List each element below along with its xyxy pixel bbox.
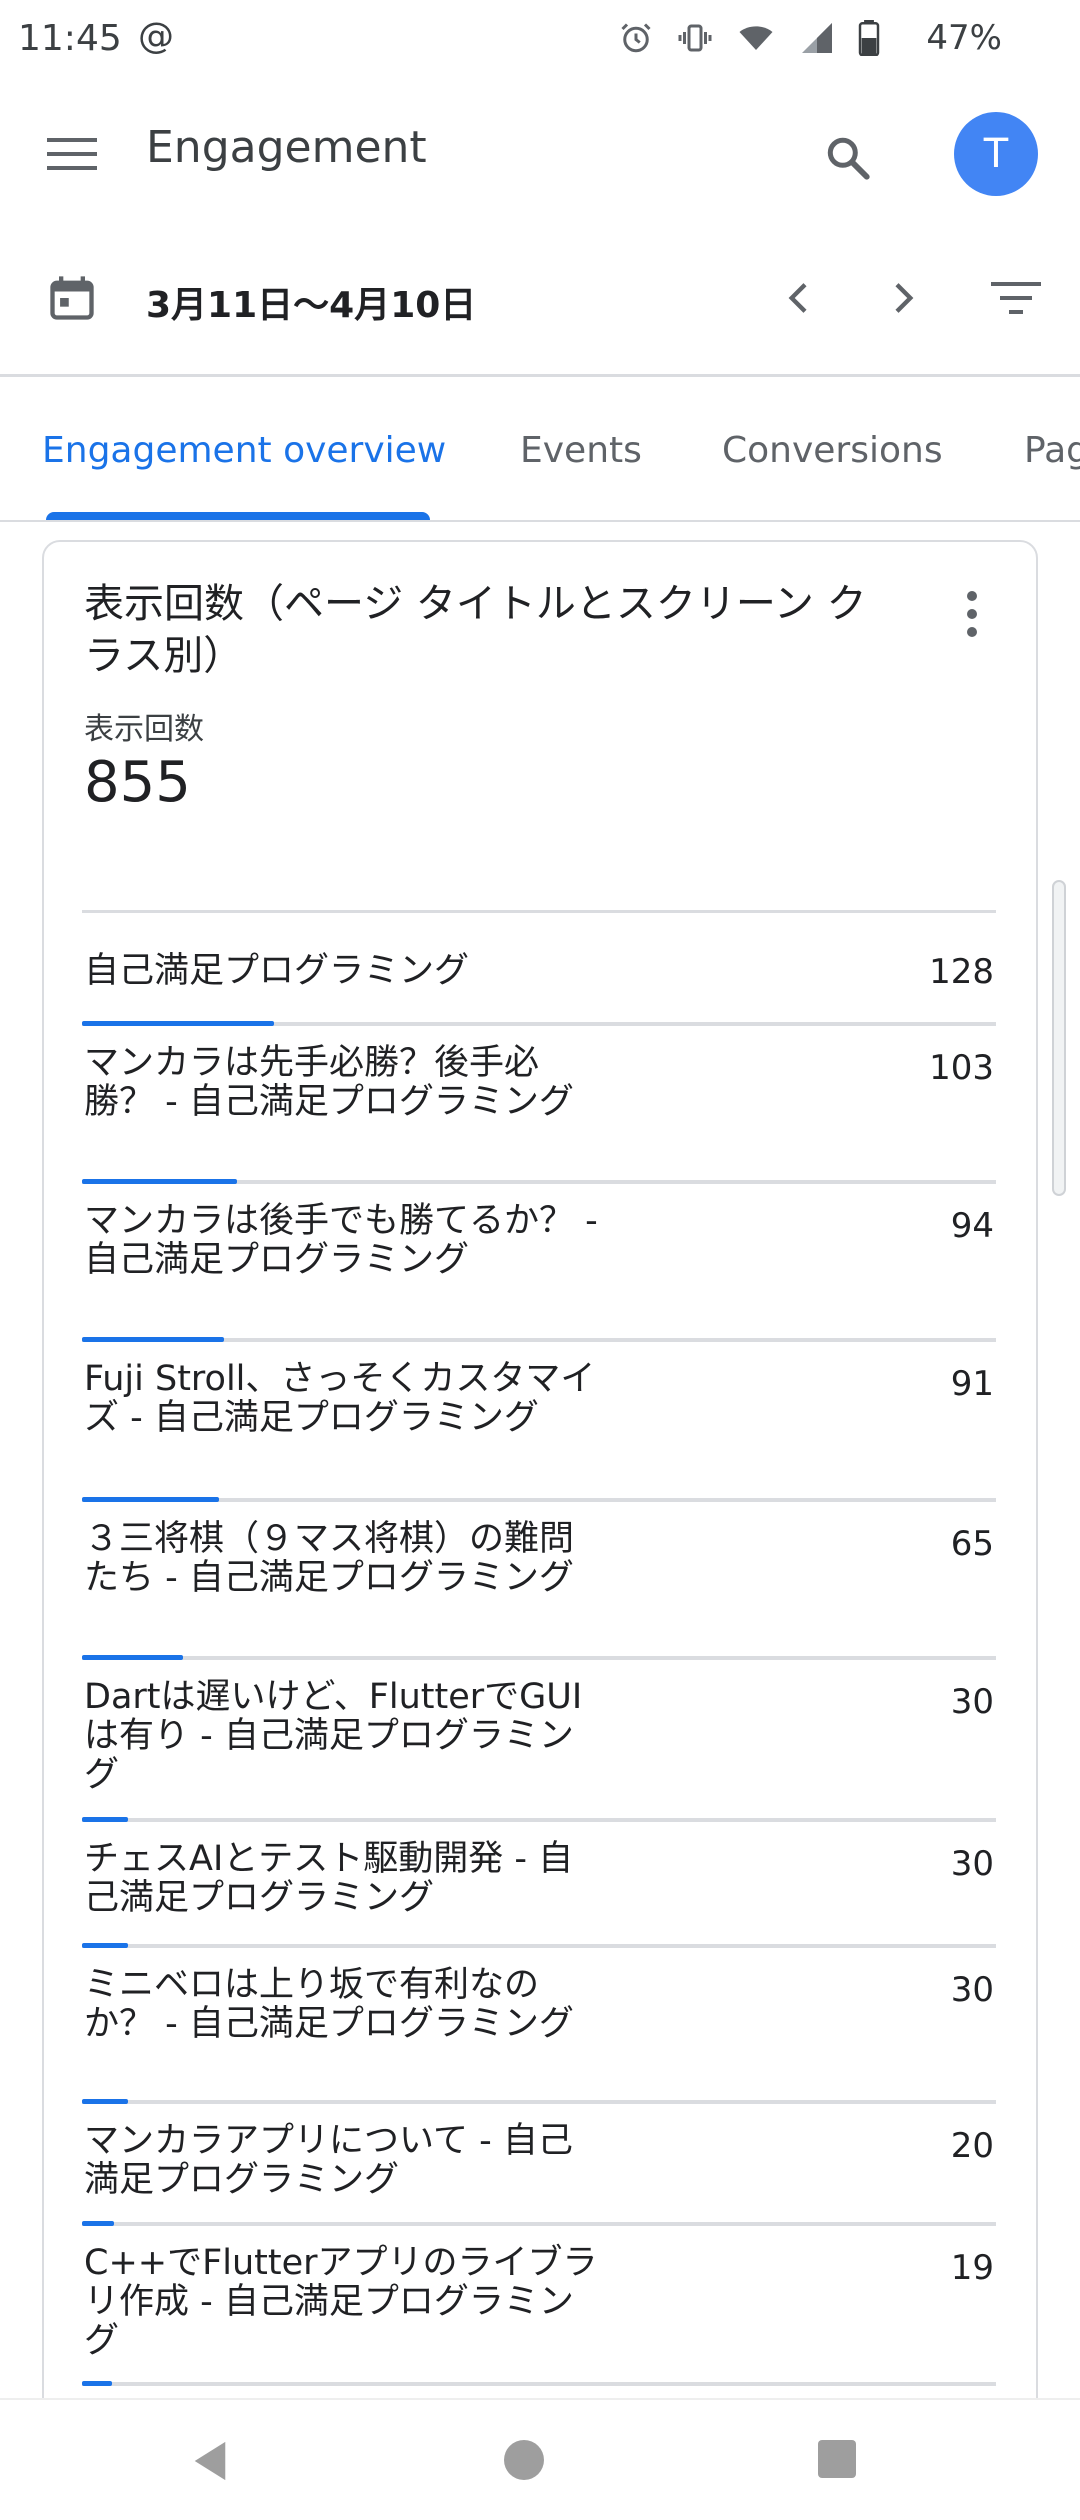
avatar-letter: T bbox=[983, 131, 1009, 177]
page-title-label: Dartは遅いけど、FlutterでGUIは有り - 自己満足プログラミング bbox=[84, 1677, 583, 1795]
list-item[interactable]: ミニベロは上り坂で有利なのか？ - 自己満足プログラミング 30 bbox=[82, 1948, 996, 2104]
views-count: 128 bbox=[929, 952, 994, 992]
tab-bar: Engagement overview Events Conversions P… bbox=[0, 400, 1080, 524]
search-button[interactable] bbox=[812, 122, 884, 194]
share-bar-fill bbox=[82, 2381, 112, 2386]
page-title-label: ３三将棋（９マス将棋）の難問たち - 自己満足プログラミング bbox=[84, 1519, 575, 1598]
signal-icon bbox=[802, 23, 832, 53]
alarm-icon bbox=[621, 23, 651, 53]
recents-icon[interactable] bbox=[818, 2440, 856, 2478]
calendar-icon[interactable] bbox=[46, 272, 98, 324]
list-item[interactable]: チェスAIとテスト駆動開発 - 自己満足プログラミング 30 bbox=[82, 1822, 996, 1948]
next-period-button[interactable] bbox=[872, 268, 932, 328]
list-item[interactable]: 自己満足プログラミング 128 bbox=[82, 916, 996, 1026]
page-title-label: チェスAIとテスト駆動開発 - 自己満足プログラミング bbox=[84, 1839, 574, 1918]
list-item[interactable]: ３三将棋（９マス将棋）の難問たち - 自己満足プログラミング 65 bbox=[82, 1502, 996, 1660]
status-at-symbol: @ bbox=[138, 16, 174, 57]
menu-button[interactable] bbox=[40, 122, 104, 186]
app-bar: Engagement T bbox=[0, 92, 1080, 212]
active-tab-indicator bbox=[46, 512, 430, 520]
home-icon[interactable] bbox=[504, 2440, 544, 2480]
page-title-label: マンカラアプリについて - 自己満足プログラミング bbox=[84, 2121, 573, 2200]
date-range[interactable]: 3月11日〜4月10日 bbox=[146, 276, 476, 328]
divider bbox=[0, 520, 1080, 522]
search-icon bbox=[827, 137, 870, 180]
list-item[interactable]: マンカラアプリについて - 自己満足プログラミング 20 bbox=[82, 2104, 996, 2226]
filter-button[interactable] bbox=[984, 268, 1048, 328]
avatar[interactable]: T bbox=[954, 112, 1038, 196]
list-item[interactable]: Dartは遅いけど、FlutterでGUIは有り - 自己満足プログラミング 30 bbox=[82, 1660, 996, 1822]
page-title-label: Fuji Stroll、さっそくカスタマイズ - 自己満足プログラミング bbox=[84, 1359, 596, 1438]
list-item[interactable]: マンカラは後手でも勝てるか？ - 自己満足プログラミング 94 bbox=[82, 1184, 996, 1342]
battery-percent: 47% bbox=[926, 18, 1002, 58]
views-count: 30 bbox=[950, 1682, 994, 1722]
page-title-label: ミニベロは上り坂で有利なのか？ - 自己満足プログラミング bbox=[84, 1965, 574, 2044]
share-bar-track bbox=[82, 2382, 996, 2386]
chevron-left-icon bbox=[788, 283, 807, 313]
status-time: 11:45 bbox=[18, 18, 122, 59]
metric-label: 表示回数 bbox=[84, 712, 204, 747]
more-options-button[interactable] bbox=[952, 582, 992, 646]
tab-pages[interactable]: Pag bbox=[1024, 430, 1080, 471]
previous-period-button[interactable] bbox=[770, 268, 830, 328]
status-icons bbox=[618, 20, 880, 56]
views-count: 94 bbox=[950, 1206, 994, 1246]
views-by-page-title-card: 表示回数（ページ タイトルとスクリーン クラス別） 表示回数 855 自己満足プ… bbox=[42, 540, 1038, 2500]
filter-icon bbox=[991, 282, 1041, 314]
views-count: 65 bbox=[950, 1524, 994, 1564]
page-title: Engagement bbox=[146, 122, 427, 173]
date-range-bar: 3月11日〜4月10日 bbox=[0, 250, 1080, 350]
tab-conversions[interactable]: Conversions bbox=[722, 430, 943, 471]
tab-events[interactable]: Events bbox=[520, 430, 642, 471]
scrollbar[interactable] bbox=[1052, 880, 1066, 1196]
status-bar: 11:45 @ 47% bbox=[0, 0, 1080, 80]
views-count: 20 bbox=[950, 2126, 994, 2166]
tab-engagement-overview[interactable]: Engagement overview bbox=[42, 430, 446, 471]
vibrate-icon bbox=[678, 24, 712, 52]
list-item[interactable]: C++でFlutterアプリのライブラリ作成 - 自己満足プログラミング 19 bbox=[82, 2226, 996, 2386]
more-vert-icon bbox=[967, 591, 977, 601]
card-title: 表示回数（ページ タイトルとスクリーン クラス別） bbox=[84, 581, 867, 679]
chevron-right-icon bbox=[895, 283, 914, 313]
views-count: 91 bbox=[950, 1364, 994, 1404]
wifi-icon bbox=[739, 26, 773, 50]
views-count: 103 bbox=[929, 1048, 994, 1088]
list-item[interactable]: Fuji Stroll、さっそくカスタマイズ - 自己満足プログラミング 91 bbox=[82, 1342, 996, 1502]
battery-icon bbox=[858, 20, 880, 56]
views-count: 30 bbox=[950, 1970, 994, 2010]
views-count: 19 bbox=[950, 2248, 994, 2288]
page-title-label: 自己満足プログラミング bbox=[84, 951, 470, 991]
system-nav-bar bbox=[0, 2398, 1080, 2520]
menu-icon bbox=[47, 138, 97, 170]
page-title-label: マンカラは先手必勝？後手必勝？ - 自己満足プログラミング bbox=[84, 1043, 574, 1122]
list-item[interactable]: マンカラは先手必勝？後手必勝？ - 自己満足プログラミング 103 bbox=[82, 1026, 996, 1184]
metric-value: 855 bbox=[84, 750, 191, 815]
back-icon[interactable] bbox=[190, 2440, 230, 2482]
page-title-label: マンカラは後手でも勝てるか？ - 自己満足プログラミング bbox=[84, 1201, 598, 1280]
page-title-label: C++でFlutterアプリのライブラリ作成 - 自己満足プログラミング bbox=[84, 2243, 598, 2361]
views-count: 30 bbox=[950, 1844, 994, 1884]
divider bbox=[0, 374, 1080, 377]
table-divider bbox=[82, 910, 996, 913]
